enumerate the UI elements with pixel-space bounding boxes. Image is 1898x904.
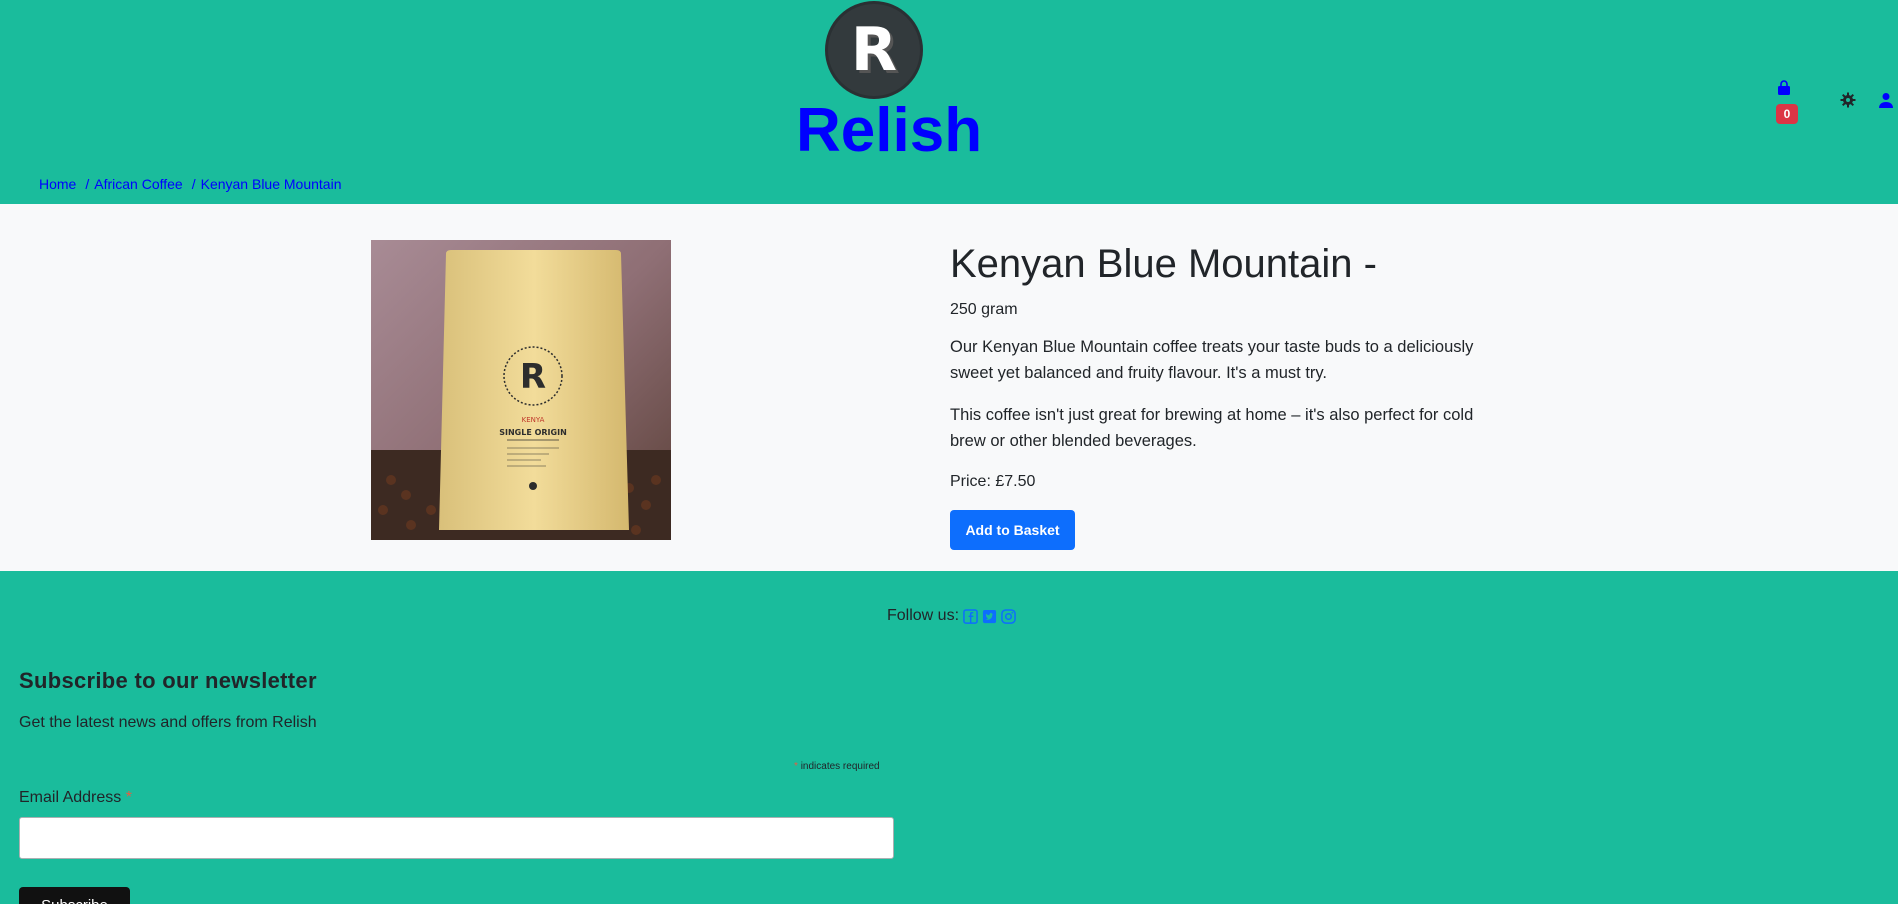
instagram-icon[interactable] (1001, 608, 1016, 624)
required-note-text: indicates required (800, 761, 880, 772)
required-note: * indicates required (794, 761, 880, 772)
product-description: Our Kenyan Blue Mountain coffee treats y… (950, 338, 1474, 382)
logo-letter: R (850, 15, 898, 85)
breadcrumb-home[interactable]: Home (39, 176, 76, 192)
required-star: * (125, 789, 132, 806)
required-star: * (794, 761, 798, 772)
newsletter-title: Subscribe to our newsletter (19, 668, 317, 693)
product-price: Price: £7.50 (950, 473, 1036, 490)
svg-text:R: R (520, 357, 546, 397)
email-label: Email Address * (19, 789, 132, 807)
gear-icon[interactable] (1840, 92, 1856, 108)
basket-icon (1778, 80, 1790, 95)
follow-label: Follow us: (887, 607, 960, 624)
user-icon[interactable] (1878, 92, 1894, 108)
breadcrumb: Home / African Coffee / Kenyan Blue Moun… (39, 176, 341, 192)
site-header: R Relish 0 Home / African Coffee / Kenya… (0, 0, 1898, 204)
email-field[interactable] (19, 817, 894, 859)
breadcrumb-african-coffee[interactable]: African Coffee (94, 176, 182, 192)
breadcrumb-separator: / (191, 176, 196, 192)
subscribe-button[interactable]: Subscribe (19, 887, 130, 904)
breadcrumb-current[interactable]: Kenyan Blue Mountain (201, 176, 342, 192)
svg-text:SINGLE ORIGIN: SINGLE ORIGIN (499, 428, 567, 437)
product-title: Kenyan Blue Mountain - (950, 242, 1377, 286)
email-label-text: Email Address (19, 789, 122, 806)
logo[interactable]: R (828, 4, 920, 96)
add-to-basket-button[interactable]: Add to Basket (950, 510, 1075, 550)
newsletter-subtitle: Get the latest news and offers from Reli… (19, 714, 317, 731)
twitter-icon[interactable] (982, 609, 997, 624)
svg-text:KENYA: KENYA (522, 416, 545, 424)
basket-count-badge: 0 (1776, 104, 1798, 124)
breadcrumb-separator: / (85, 176, 90, 192)
coffee-bag-illustration: R KENYA SINGLE ORIGIN (371, 240, 671, 540)
product-description-extra: This coffee isn't just great for brewing… (950, 406, 1474, 450)
product-image: R KENYA SINGLE ORIGIN (371, 240, 671, 540)
follow-us: Follow us: (887, 607, 1016, 625)
brand-name[interactable]: Relish (796, 96, 982, 166)
logo-badge: R (828, 4, 920, 96)
product-section: R KENYA SINGLE ORIGIN Kenyan Blue Mounta… (0, 204, 1898, 571)
facebook-icon[interactable] (963, 608, 978, 624)
product-size: 250 gram (950, 301, 1018, 318)
